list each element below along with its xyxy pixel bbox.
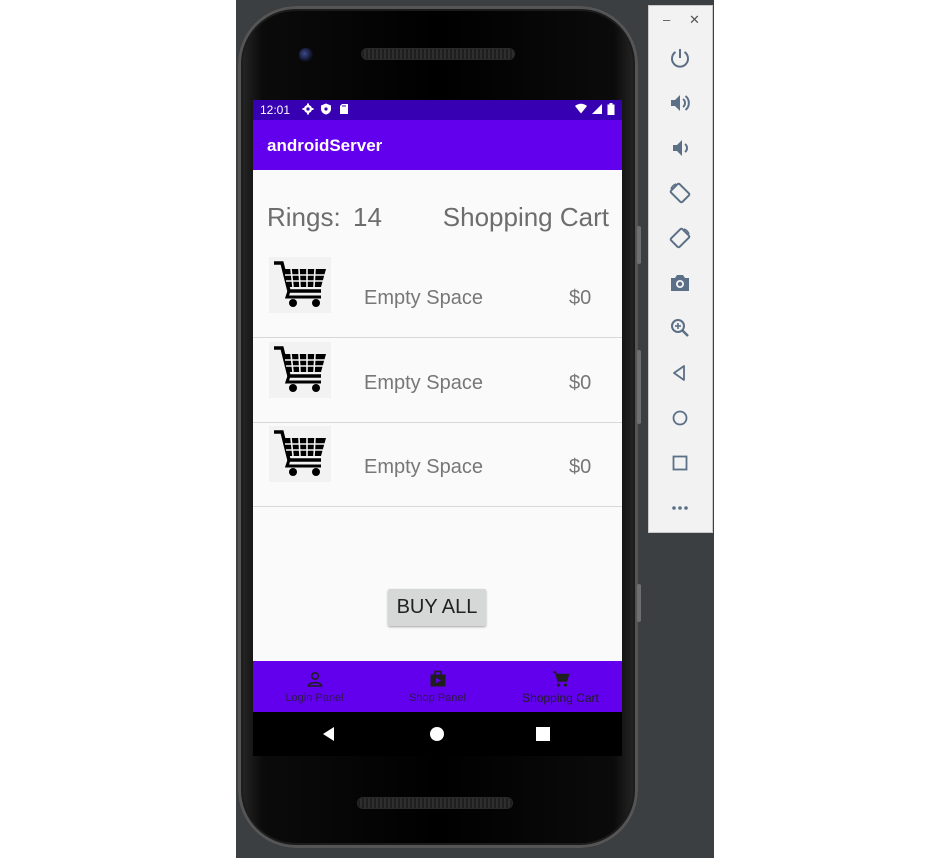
nav-item-shop-panel[interactable]: Shop Panel: [376, 661, 499, 712]
app-bar: androidServer: [253, 120, 622, 170]
wifi-icon: [575, 103, 587, 114]
item-name: Empty Space: [364, 372, 483, 394]
shopping-cart-icon: [269, 257, 331, 313]
volume-down-icon[interactable]: [668, 136, 692, 160]
bottom-speaker: [358, 798, 512, 808]
nav-label: Login Panel: [285, 692, 344, 704]
signal-icon: [592, 104, 602, 114]
item-price: $0: [569, 456, 592, 478]
item-price: $0: [569, 372, 592, 394]
bottom-navigation: Login Panel Shop Panel Shopping Cart: [253, 661, 622, 712]
overview-icon[interactable]: [534, 725, 552, 743]
nav-item-login-panel[interactable]: Login Panel: [253, 661, 376, 712]
cart-content: Rings: 14 Shopping Cart Empty Space $0 E…: [253, 170, 622, 661]
gear-icon: [302, 103, 314, 115]
side-button-volume: [637, 350, 641, 424]
status-bar: 12:01: [253, 100, 622, 120]
cart-item-row[interactable]: Empty Space $0: [253, 422, 622, 507]
front-camera: [299, 48, 313, 62]
page-title: Shopping Cart: [442, 202, 609, 232]
status-icons-left: [302, 102, 350, 116]
rotate-left-icon[interactable]: [668, 181, 692, 205]
shopping-cart-icon: [269, 342, 331, 398]
close-icon[interactable]: ✕: [689, 12, 700, 28]
cart-item-row[interactable]: Empty Space $0: [253, 338, 622, 423]
rotate-right-icon[interactable]: [668, 226, 692, 250]
buy-all-button[interactable]: BUY ALL: [388, 589, 486, 626]
shop-bag-icon: [430, 670, 445, 687]
overview-icon[interactable]: [668, 451, 692, 475]
person-icon: [307, 671, 322, 687]
back-icon[interactable]: [320, 725, 338, 743]
rings-label: Rings:: [267, 202, 341, 232]
volume-up-icon[interactable]: [668, 91, 692, 115]
side-button-lower: [637, 584, 641, 622]
status-time: 12:01: [260, 103, 291, 117]
emulator-toolbar: – ✕: [648, 5, 713, 533]
nav-item-shopping-cart[interactable]: Shopping Cart: [499, 661, 622, 712]
rings-value: 14: [353, 202, 382, 232]
nav-label: Shop Panel: [409, 692, 466, 704]
cart-icon: [552, 671, 569, 687]
power-icon[interactable]: [668, 46, 692, 70]
camera-icon[interactable]: [668, 271, 692, 295]
shopping-cart-icon: [269, 426, 331, 482]
home-icon[interactable]: [668, 406, 692, 430]
sd-card-icon: [340, 104, 348, 114]
battery-icon: [607, 103, 615, 115]
item-name: Empty Space: [364, 287, 483, 309]
system-navigation-bar: [253, 712, 622, 756]
earpiece-speaker: [362, 49, 514, 59]
item-name: Empty Space: [364, 456, 483, 478]
zoom-icon[interactable]: [668, 316, 692, 340]
nav-label: Shopping Cart: [522, 691, 599, 705]
shield-icon: [321, 103, 331, 115]
toolbar-window-controls: – ✕: [649, 12, 714, 30]
minimize-icon[interactable]: –: [663, 12, 670, 27]
cart-item-row[interactable]: Empty Space $0: [253, 253, 622, 338]
back-icon[interactable]: [668, 361, 692, 385]
status-icons-right: [575, 102, 615, 116]
app-title: androidServer: [267, 136, 383, 155]
side-button-upper: [637, 226, 641, 264]
device-screen: 12:01 androidServer Rings: 14 Shopping C…: [253, 100, 622, 756]
home-icon[interactable]: [428, 725, 446, 743]
more-icon[interactable]: [668, 496, 692, 520]
item-price: $0: [569, 287, 592, 309]
